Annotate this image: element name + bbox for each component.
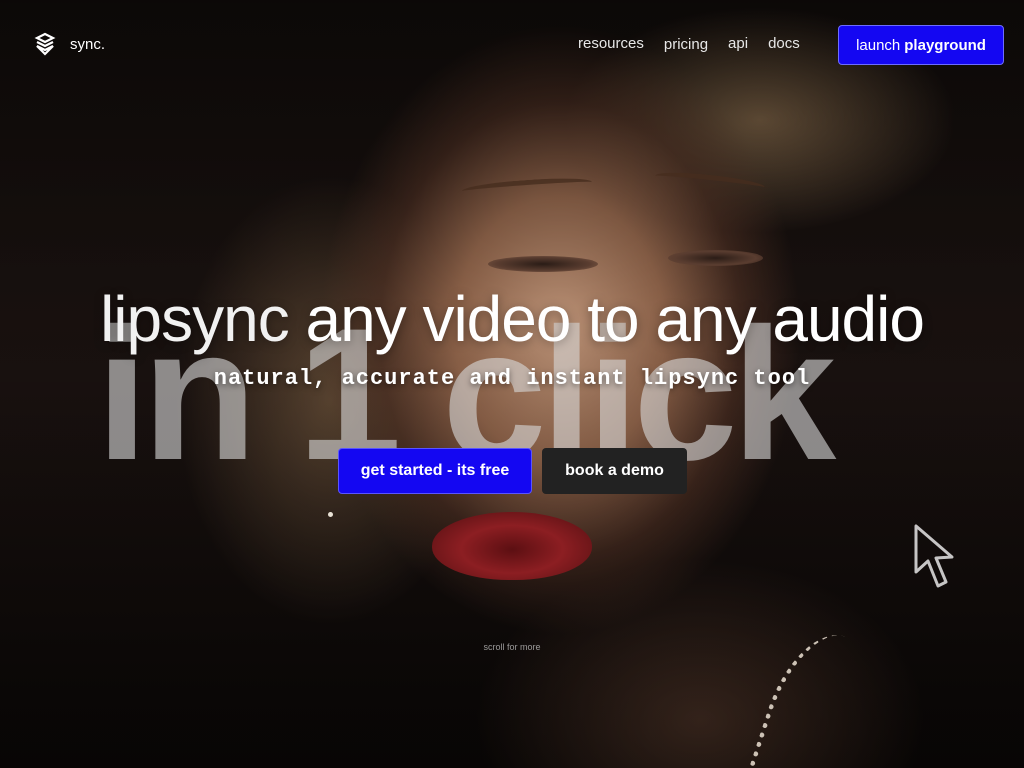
hero-headline: lipsync any video to any audio: [0, 282, 1024, 356]
brand-name: sync.: [70, 35, 106, 53]
nav-links: resources pricing api docs: [578, 35, 820, 53]
hero-subheadline: natural, accurate and instant lipsync to…: [213, 366, 811, 391]
headline-main-text: any video to any audio: [305, 283, 924, 355]
nav-link-pricing[interactable]: pricing: [664, 36, 708, 53]
book-demo-button[interactable]: book a demo: [542, 448, 687, 494]
get-started-button[interactable]: get started - its free: [338, 448, 532, 494]
headline-brand-word: lipsync: [100, 283, 290, 355]
brand-logo[interactable]: sync.: [34, 32, 105, 56]
top-navigation: sync. resources pricing api docs launch …: [0, 0, 1024, 90]
launch-playground-button[interactable]: launch playground: [838, 25, 1004, 65]
scroll-hint: scroll for more: [483, 642, 541, 652]
launch-button-label: playground: [904, 36, 986, 54]
nav-link-docs[interactable]: docs: [768, 35, 800, 52]
nav-link-api[interactable]: api: [728, 35, 748, 52]
launch-button-prefix: launch: [856, 36, 901, 54]
hero-section: in 1 click sync. resources pricing api d…: [0, 0, 1024, 768]
mouse-pointer-icon: [912, 522, 960, 598]
sync-logo-icon: [34, 32, 56, 56]
nav-link-resources[interactable]: resources: [578, 35, 644, 52]
